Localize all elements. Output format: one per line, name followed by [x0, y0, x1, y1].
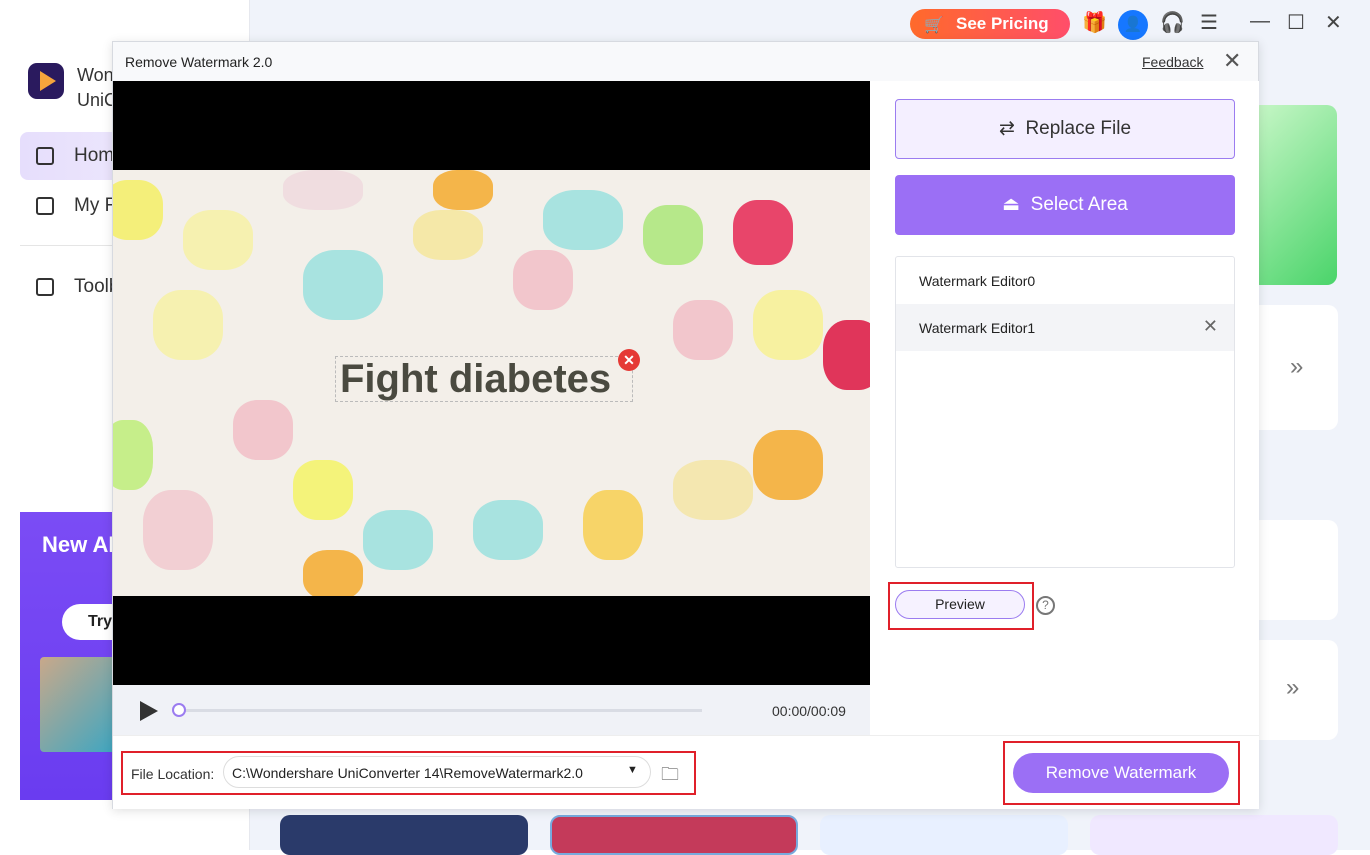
- highlight-box: [888, 582, 1034, 630]
- seek-bar[interactable]: [179, 709, 702, 712]
- watermark-selection-box[interactable]: Fight diabetes ✕: [335, 349, 640, 402]
- replace-file-label: Replace File: [1025, 118, 1132, 139]
- list-item[interactable]: Watermark Editor1 ✕: [896, 304, 1234, 351]
- minimize-icon[interactable]: —: [1250, 10, 1270, 33]
- thumbnail[interactable]: [280, 815, 528, 855]
- gift-icon[interactable]: 🎁: [1082, 10, 1107, 35]
- video-preview[interactable]: Fight diabetes ✕: [113, 81, 870, 685]
- bottom-bar: File Location: C:\Wondershare UniConvert…: [113, 735, 1259, 809]
- highlight-box: [1003, 741, 1240, 805]
- marshmallow-shape: [303, 550, 363, 596]
- chevron-double-right-icon: »: [1290, 353, 1304, 380]
- feature-card[interactable]: [1250, 105, 1337, 285]
- playback-controls: 00:00/00:09: [113, 685, 870, 735]
- marshmallow-shape: [233, 400, 293, 460]
- marshmallow-shape: [113, 420, 153, 490]
- chevron-double-right-icon: »: [1286, 674, 1300, 701]
- marshmallow-shape: [293, 460, 353, 520]
- app-logo: [28, 63, 64, 99]
- feature-card[interactable]: »: [1250, 640, 1338, 740]
- marshmallow-shape: [473, 500, 543, 560]
- watermark-editor-list: Watermark Editor0 Watermark Editor1 ✕: [895, 256, 1235, 568]
- marshmallow-shape: [303, 250, 383, 320]
- swap-icon: ⇄: [998, 118, 1015, 139]
- marshmallow-shape: [733, 200, 793, 265]
- select-area-button[interactable]: ⏏ Select Area: [895, 175, 1235, 235]
- feedback-link[interactable]: Feedback: [1142, 54, 1203, 70]
- play-icon[interactable]: [140, 701, 158, 721]
- dialog-title-bar: Remove Watermark 2.0: [113, 42, 1258, 81]
- remove-watermark-dialog: Remove Watermark 2.0 Feedback ✕ Fight di…: [112, 41, 1259, 809]
- marshmallow-shape: [753, 430, 823, 500]
- marshmallow-shape: [543, 190, 623, 250]
- marshmallow-shape: [673, 300, 733, 360]
- support-headset-icon[interactable]: 🎧: [1160, 10, 1185, 35]
- marshmallow-shape: [583, 490, 643, 560]
- thumbnail[interactable]: [820, 815, 1068, 855]
- feature-card[interactable]: [1250, 520, 1338, 620]
- editor-label: Watermark Editor1: [919, 320, 1036, 336]
- toolbox-icon: [36, 278, 54, 296]
- list-item[interactable]: Watermark Editor0: [896, 257, 1234, 304]
- maximize-icon[interactable]: ☐: [1287, 10, 1305, 35]
- replace-file-button[interactable]: ⇄ Replace File: [895, 99, 1235, 159]
- watermark-text: Fight diabetes: [340, 357, 612, 401]
- marshmallow-shape: [513, 250, 573, 310]
- feature-card[interactable]: »: [1250, 305, 1338, 430]
- editor-label: Watermark Editor0: [919, 273, 1036, 289]
- marshmallow-shape: [413, 210, 483, 260]
- marshmallow-shape: [153, 290, 223, 360]
- marshmallow-shape: [183, 210, 253, 270]
- marshmallow-shape: [283, 170, 363, 210]
- window-close-icon[interactable]: ✕: [1325, 10, 1342, 35]
- dialog-close-icon[interactable]: ✕: [1223, 48, 1241, 74]
- marshmallow-shape: [363, 510, 433, 570]
- seek-handle[interactable]: [172, 703, 186, 717]
- marshmallow-shape: [823, 320, 870, 390]
- thumbnail[interactable]: [1090, 815, 1338, 855]
- video-frame: Fight diabetes ✕: [113, 170, 870, 596]
- home-icon: [36, 147, 54, 165]
- folder-icon: [36, 197, 54, 215]
- playback-time: 00:00/00:09: [772, 703, 846, 719]
- stamp-icon: ⏏: [1002, 194, 1021, 215]
- marshmallow-shape: [143, 490, 213, 570]
- marshmallow-shape: [643, 205, 703, 265]
- see-pricing-button[interactable]: 🛒 See Pricing: [910, 9, 1070, 39]
- dialog-title: Remove Watermark 2.0: [125, 54, 273, 70]
- thumbnail[interactable]: [550, 815, 798, 855]
- cart-icon: 🛒: [924, 17, 944, 34]
- menu-icon[interactable]: ☰: [1200, 10, 1218, 35]
- marshmallow-shape: [673, 460, 753, 520]
- marshmallow-shape: [433, 170, 493, 210]
- marshmallow-shape: [753, 290, 823, 360]
- remove-editor-icon[interactable]: ✕: [1203, 316, 1218, 337]
- delete-selection-icon[interactable]: ✕: [618, 349, 640, 371]
- select-area-label: Select Area: [1030, 194, 1128, 215]
- highlight-box: [121, 751, 696, 795]
- user-avatar-icon[interactable]: 👤: [1118, 10, 1148, 40]
- marshmallow-shape: [113, 180, 163, 240]
- editor-panel: ⇄ Replace File ⏏ Select Area Watermark E…: [870, 81, 1259, 735]
- help-icon[interactable]: ?: [1036, 596, 1055, 615]
- see-pricing-label: See Pricing: [956, 14, 1049, 33]
